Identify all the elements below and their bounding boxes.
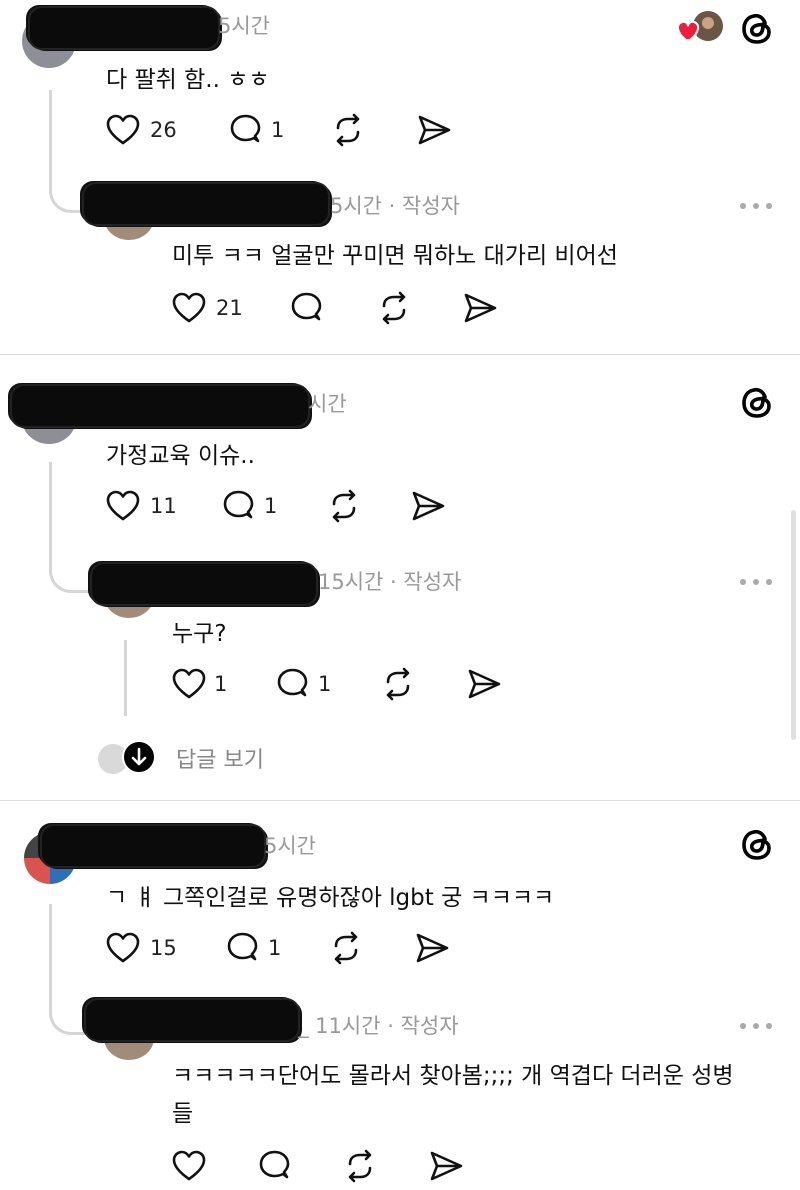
redacted-username <box>86 1000 298 1040</box>
threads-logo-icon[interactable] <box>738 384 776 422</box>
repost-icon[interactable] <box>326 488 362 524</box>
heart-icon[interactable] <box>106 490 140 522</box>
more-dots-icon[interactable] <box>740 577 774 587</box>
like-count: 15 <box>150 936 177 960</box>
post-timestamp: 5시간 <box>264 834 317 858</box>
reply-count: 1 <box>318 672 332 696</box>
scrollbar[interactable] <box>791 510 796 740</box>
post-timestamp: 시간 <box>308 392 347 416</box>
more-dots-icon[interactable] <box>740 1021 774 1031</box>
like-count: 1 <box>214 672 228 696</box>
more-dots-icon[interactable] <box>740 201 774 211</box>
post-text: ㄱ ㅒ 그쪽인걸로 유명하잖아 lgbt 궁 ㅋㅋㅋㅋ <box>106 885 555 911</box>
comment-bubble-icon[interactable] <box>229 113 263 147</box>
comment-bubble-icon[interactable] <box>222 489 256 523</box>
post-text: 가정교육 이슈.. <box>106 443 255 469</box>
redacted-username <box>30 8 218 48</box>
redacted-username <box>92 564 316 604</box>
heart-icon[interactable] <box>106 114 140 146</box>
reply-count: 1 <box>268 936 282 960</box>
reply-timestamp: 5시간 · 작성자 <box>330 194 460 218</box>
thread-connector <box>49 462 52 574</box>
show-replies-button[interactable]: 답글 보기 <box>96 738 296 778</box>
heart-icon[interactable] <box>106 932 140 964</box>
repost-icon[interactable] <box>376 290 412 326</box>
thread-connector <box>49 90 52 194</box>
reply-timestamp: _ 11시간 · 작성자 <box>298 1014 459 1038</box>
send-icon[interactable] <box>414 931 450 965</box>
reply-count: 1 <box>264 494 278 518</box>
like-count: 26 <box>150 118 177 142</box>
post-text: 다 팔취 함.. ㅎㅎ <box>106 67 270 93</box>
send-icon[interactable] <box>416 113 452 147</box>
send-icon[interactable] <box>428 1149 464 1183</box>
comment-bubble-icon[interactable] <box>276 667 310 701</box>
reply-text-line-1: ㅋㅋㅋㅋㅋ단어도 몰라서 찾아봄;;;; 개 역겹다 더러운 성병 <box>172 1063 734 1089</box>
reply-text-line-2: 들 <box>172 1101 194 1127</box>
thread-divider <box>0 800 800 801</box>
threads-logo-icon[interactable] <box>738 826 776 864</box>
repost-icon[interactable] <box>328 930 364 966</box>
liked-by-author-badge <box>674 10 726 44</box>
reply-text: 미투 ㅋㅋ 얼굴만 꾸미면 뭐하노 대가리 비어선 <box>172 243 618 269</box>
send-icon[interactable] <box>410 489 446 523</box>
send-icon[interactable] <box>466 667 502 701</box>
repost-icon[interactable] <box>330 112 366 148</box>
thread-connector <box>49 904 52 1016</box>
reply-text: 누구? <box>172 621 227 647</box>
like-count: 21 <box>216 296 243 320</box>
post-timestamp: 5시간 <box>218 14 271 38</box>
repost-icon[interactable] <box>380 666 416 702</box>
heart-icon[interactable] <box>172 1150 206 1182</box>
comment-bubble-icon[interactable] <box>258 1149 292 1183</box>
thread-divider <box>0 354 800 355</box>
comment-bubble-icon[interactable] <box>290 291 324 325</box>
thread-connector-curve <box>49 560 96 593</box>
like-count: 11 <box>150 494 177 518</box>
reply-timestamp: 15시간 · 작성자 <box>318 570 462 594</box>
reply-count: 1 <box>271 118 285 142</box>
redacted-username <box>84 184 328 224</box>
heart-icon[interactable] <box>172 668 206 700</box>
threads-logo-icon[interactable] <box>738 10 776 48</box>
repost-icon[interactable] <box>342 1148 378 1184</box>
show-replies-label: 답글 보기 <box>176 748 264 773</box>
heart-icon[interactable] <box>172 292 206 324</box>
comment-bubble-icon[interactable] <box>226 931 260 965</box>
redacted-username <box>42 826 264 866</box>
send-icon[interactable] <box>462 291 498 325</box>
arrow-down-icon <box>122 740 156 774</box>
redacted-username <box>12 386 308 426</box>
thread-connector <box>124 640 127 716</box>
